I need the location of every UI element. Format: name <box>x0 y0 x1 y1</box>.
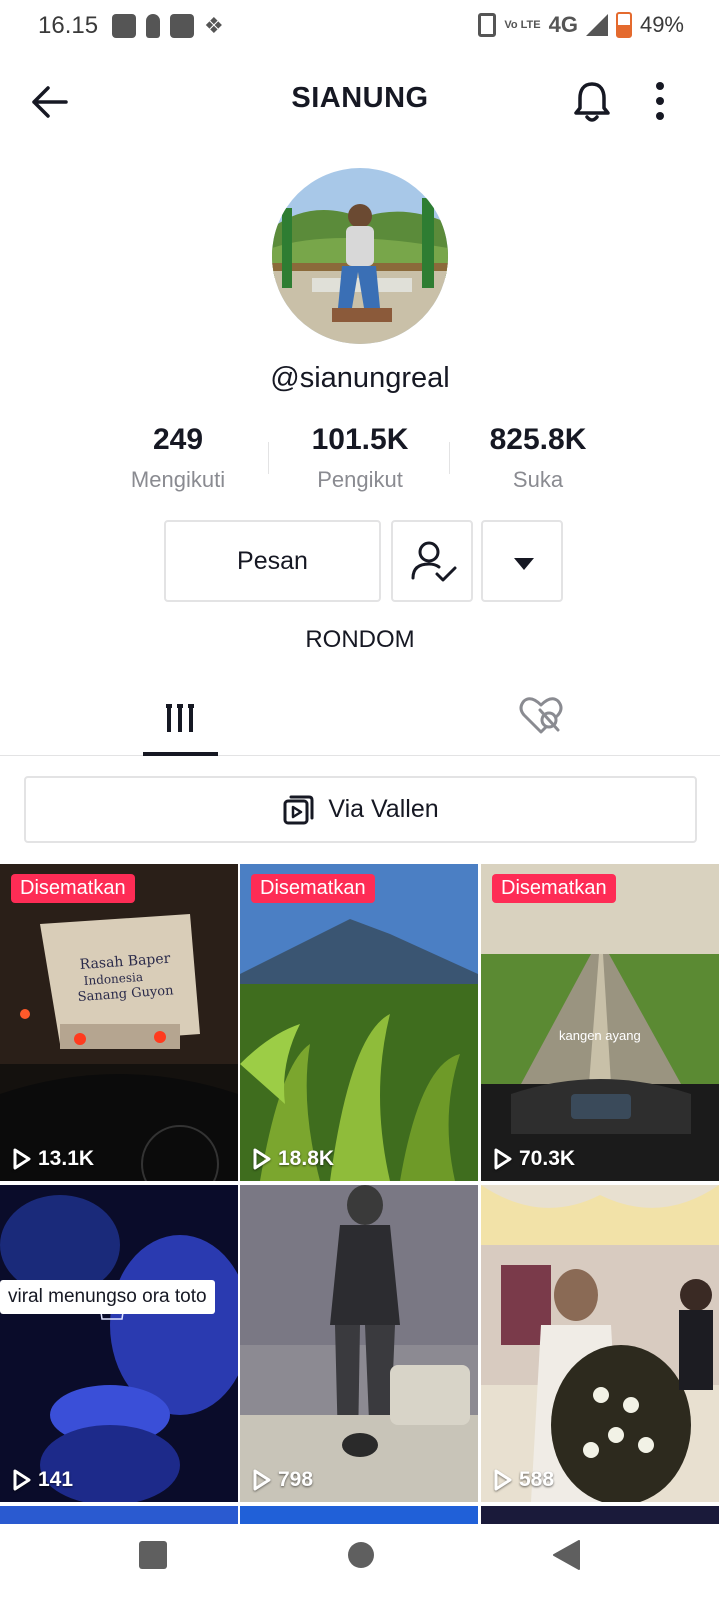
playlist-icon <box>283 795 314 824</box>
key-notification-icon <box>146 14 160 38</box>
profile-actions: Pesan <box>0 520 720 602</box>
pinned-badge: Disematkan <box>251 874 375 903</box>
view-count-value: 141 <box>38 1468 74 1491</box>
battery-level: 49% <box>639 12 684 37</box>
hidden-heart-icon <box>519 697 563 734</box>
likes-label: Suka <box>512 467 564 492</box>
status-right: Vo LTE 4G 49% <box>478 12 684 38</box>
video-tile[interactable]: 588 <box>481 1185 719 1502</box>
view-count: 70.3K <box>493 1147 575 1171</box>
video-tile[interactable]: Disematkan 18.8K <box>240 864 478 1181</box>
avatar[interactable] <box>272 168 448 344</box>
notification-bell-button[interactable] <box>570 78 614 124</box>
profile-bio: RONDOM <box>305 626 415 653</box>
profile-tabs <box>0 680 720 756</box>
video-tile[interactable]: Rasah Baper Indonesia Sanang Guyon Disem… <box>0 864 238 1181</box>
video-thumbnail <box>0 1185 238 1502</box>
view-count-value: 798 <box>278 1468 314 1491</box>
video-text-overlay: viral menungso ora toto <box>0 1280 215 1314</box>
video-caption: kangen ayang <box>559 1028 641 1043</box>
more-vertical-icon <box>656 82 664 120</box>
vibrate-icon <box>478 13 497 37</box>
battery-icon <box>615 12 632 38</box>
video-tile[interactable]: kangen ayang Disematkan 70.3K <box>481 864 719 1181</box>
play-icon <box>13 1148 31 1170</box>
status-bar: 16.15 ❖ Vo LTE 4G 49% <box>0 0 720 54</box>
video-thumbnail <box>240 1185 478 1502</box>
message-button[interactable]: Pesan <box>164 520 381 602</box>
profile-stats: 249 Mengikuti 101.5K Pengikut 825.8K Suk… <box>0 420 720 500</box>
user-check-icon <box>411 541 457 582</box>
video-thumbnail: Rasah Baper Indonesia Sanang Guyon <box>0 864 238 1181</box>
following-count: 249 <box>152 423 204 456</box>
app-notification-icon <box>112 14 136 38</box>
view-count: 798 <box>252 1468 313 1492</box>
video-tile-partial[interactable] <box>240 1506 478 1524</box>
dropbox-icon: ❖ <box>204 13 224 38</box>
tab-videos[interactable] <box>143 680 218 756</box>
following-label: Mengikuti <box>130 467 226 492</box>
volte-icon: Vo LTE <box>504 18 541 31</box>
play-icon <box>253 1469 271 1491</box>
more-options-button[interactable] <box>650 78 670 124</box>
view-count: 141 <box>12 1468 73 1492</box>
video-grid: Rasah Baper Indonesia Sanang Guyon Disem… <box>0 864 720 1524</box>
tab-liked-videos[interactable] <box>516 680 566 756</box>
view-count-value: 18.8K <box>278 1147 335 1170</box>
play-icon <box>494 1469 512 1491</box>
view-count-value: 588 <box>519 1468 555 1491</box>
following-button[interactable] <box>391 520 473 602</box>
bell-icon <box>574 82 610 122</box>
followers-stat[interactable]: 101.5K Pengikut <box>270 420 450 500</box>
grid-icon <box>166 704 194 732</box>
view-count-value: 13.1K <box>38 1147 95 1170</box>
following-stat[interactable]: 249 Mengikuti <box>88 420 268 500</box>
play-icon <box>494 1148 512 1170</box>
view-count: 588 <box>493 1468 554 1492</box>
signal-icon <box>585 14 608 36</box>
recents-icon <box>139 1541 167 1569</box>
status-time: 16.15 <box>38 12 99 39</box>
likes-stat[interactable]: 825.8K Suka <box>448 420 628 500</box>
view-count: 18.8K <box>252 1147 334 1171</box>
home-icon <box>348 1542 374 1568</box>
network-type: 4G <box>548 12 578 37</box>
back-triangle-icon <box>553 1540 580 1570</box>
home-button[interactable] <box>347 1540 375 1575</box>
pinned-badge: Disematkan <box>492 874 616 903</box>
play-icon <box>13 1469 31 1491</box>
stat-divider <box>268 442 269 474</box>
view-count-value: 70.3K <box>519 1147 576 1170</box>
system-nav-bar <box>0 1524 720 1600</box>
back-system-button[interactable] <box>551 1540 581 1575</box>
video-tile-partial[interactable] <box>481 1506 719 1524</box>
video-tile-partial[interactable] <box>0 1506 238 1524</box>
likes-count: 825.8K <box>489 423 587 456</box>
pinned-badge: Disematkan <box>11 874 135 903</box>
video-thumbnail <box>481 1185 719 1502</box>
username: @sianungreal <box>270 362 450 394</box>
followers-count: 101.5K <box>311 423 409 456</box>
playlist-label: Via Vallen <box>328 795 439 823</box>
video-thumbnail <box>240 864 478 1181</box>
recents-button[interactable] <box>138 1540 168 1575</box>
notification-icons: ❖ <box>112 14 228 38</box>
mail-notification-icon <box>170 14 194 38</box>
followers-label: Pengikut <box>317 467 403 492</box>
video-tile[interactable]: 798 <box>240 1185 478 1502</box>
playlist-button[interactable]: Via Vallen <box>24 776 697 843</box>
avatar-photo <box>272 168 448 344</box>
view-count: 13.1K <box>12 1147 94 1171</box>
video-thumbnail <box>481 864 719 1181</box>
caret-down-icon <box>514 558 534 570</box>
play-icon <box>253 1148 271 1170</box>
suggested-accounts-button[interactable] <box>481 520 563 602</box>
video-tile[interactable]: viral menungso ora toto 141 <box>0 1185 238 1502</box>
profile-header: SIANUNG <box>0 62 720 142</box>
